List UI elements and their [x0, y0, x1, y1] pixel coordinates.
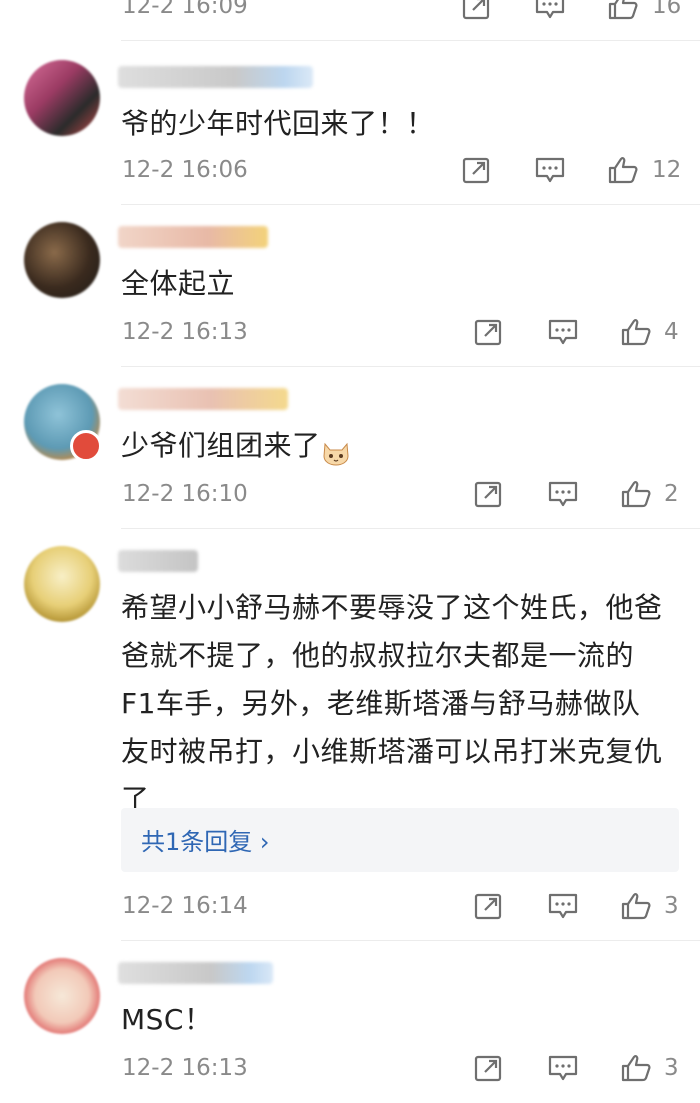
comment-text: 希望小小舒马赫不要辱没了这个姓氏，他爸 爸就不提了，他的叔叔拉尔夫都是一流的 F… — [121, 584, 681, 824]
reply-thread-link[interactable]: 共1条回复 › — [121, 808, 679, 872]
comment-text-line: F1车手，另外，老维斯塔潘与舒马赫做队 — [121, 687, 641, 720]
thumbs-up-icon[interactable] — [621, 892, 651, 920]
comment-icon[interactable] — [548, 1054, 578, 1082]
share-icon[interactable] — [462, 156, 492, 184]
avatar[interactable] — [24, 958, 100, 1034]
thumbs-up-icon[interactable] — [621, 318, 651, 346]
username-blurred[interactable] — [118, 962, 273, 984]
share-icon[interactable] — [474, 480, 504, 508]
timestamp: 12-2 16:14 — [122, 893, 248, 919]
avatar[interactable] — [24, 546, 100, 622]
thumbs-up-icon[interactable] — [608, 0, 638, 20]
like-count: 12 — [652, 157, 682, 183]
comment-text-body: 少爷们组团来了 — [121, 429, 321, 462]
username-blurred[interactable] — [118, 550, 198, 572]
username-blurred[interactable] — [118, 66, 313, 88]
avatar[interactable] — [24, 222, 100, 298]
like-count: 3 — [664, 1055, 679, 1081]
comment-text-line: 希望小小舒马赫不要辱没了这个姓氏，他爸 — [121, 591, 663, 624]
comment-meta-row: 12-2 16:06 12 — [0, 155, 700, 185]
avatar[interactable] — [24, 60, 100, 136]
verified-badge-icon — [70, 430, 102, 462]
timestamp: 12-2 16:10 — [122, 481, 248, 507]
like-count: 4 — [664, 319, 679, 345]
cat-face-emoji-icon — [321, 433, 351, 466]
share-icon[interactable] — [462, 0, 492, 20]
timestamp: 12-2 16:13 — [122, 319, 248, 345]
username-blurred[interactable] — [118, 226, 268, 248]
divider — [121, 940, 700, 941]
comment-meta-row: 12-2 16:13 4 — [0, 317, 700, 347]
username-blurred[interactable] — [118, 388, 288, 410]
comment-text-line: 爸就不提了，他的叔叔拉尔夫都是一流的 — [121, 639, 635, 672]
share-icon[interactable] — [474, 1054, 504, 1082]
comment-icon[interactable] — [535, 156, 565, 184]
divider — [121, 204, 700, 205]
share-icon[interactable] — [474, 318, 504, 346]
share-icon[interactable] — [474, 892, 504, 920]
like-count: 3 — [664, 893, 679, 919]
like-count: 16 — [652, 0, 682, 19]
comment-text: MSC！ — [121, 1003, 213, 1036]
timestamp: 12-2 16:09 — [122, 0, 248, 19]
comment-meta-row: 12-2 16:09 16 — [0, 0, 700, 21]
reply-count-label: 共1条回复 › — [141, 828, 270, 856]
comment-text: 少爷们组团来了 — [121, 422, 681, 470]
divider — [121, 40, 700, 41]
like-count: 2 — [664, 481, 679, 507]
timestamp: 12-2 16:06 — [122, 157, 248, 183]
thumbs-up-icon[interactable] — [608, 156, 638, 184]
divider — [121, 366, 700, 367]
comment-text-line: 友时被吊打，小维斯塔潘可以吊打米克复仇 — [121, 735, 663, 768]
comment-meta-row: 12-2 16:13 3 — [0, 1053, 700, 1083]
comment-text: 爷的少年时代回来了！！ — [121, 107, 435, 140]
comment-icon[interactable] — [548, 480, 578, 508]
timestamp: 12-2 16:13 — [122, 1055, 248, 1081]
thumbs-up-icon[interactable] — [621, 480, 651, 508]
comment-icon[interactable] — [548, 892, 578, 920]
comment-text: 全体起立 — [121, 267, 236, 300]
comment-meta-row: 12-2 16:14 3 — [0, 891, 700, 921]
comment-icon[interactable] — [548, 318, 578, 346]
comment-meta-row: 12-2 16:10 2 — [0, 479, 700, 509]
thumbs-up-icon[interactable] — [621, 1054, 651, 1082]
divider — [121, 528, 700, 529]
comment-icon[interactable] — [535, 0, 565, 20]
